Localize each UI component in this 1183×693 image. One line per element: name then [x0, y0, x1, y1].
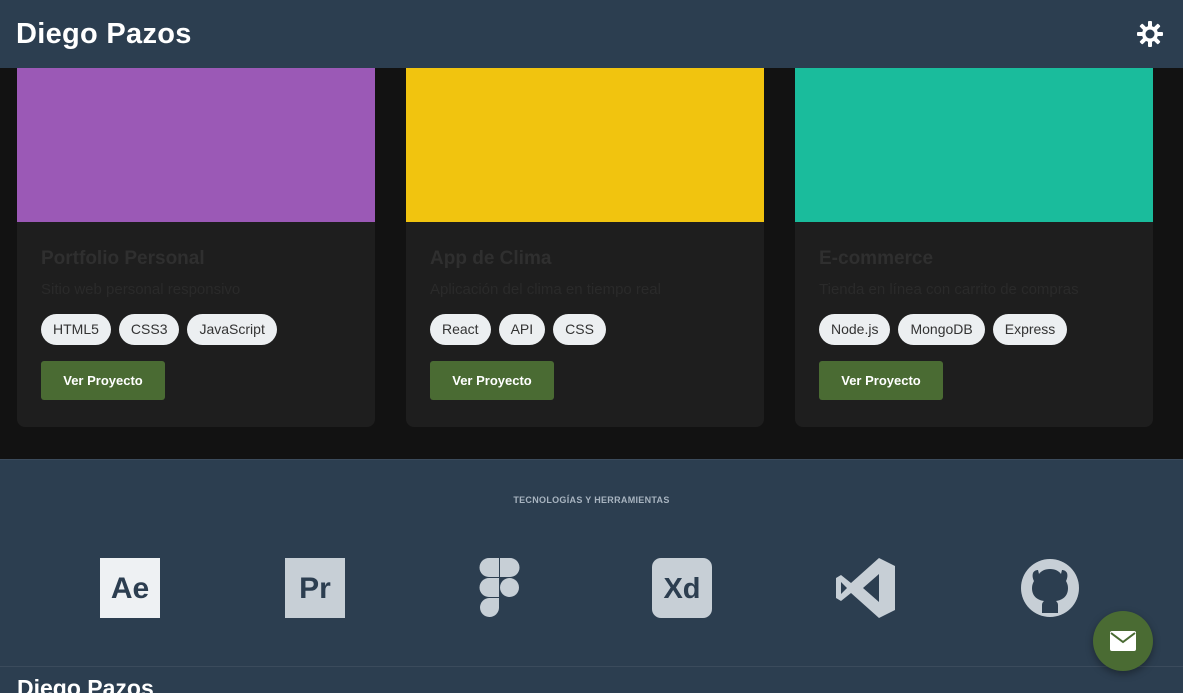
view-project-button[interactable]: Ver Proyecto [819, 361, 943, 400]
tech-tag: CSS3 [118, 314, 180, 345]
project-tags: React API CSS [430, 314, 740, 345]
theme-toggle-button[interactable] [1133, 17, 1167, 51]
project-tags: HTML5 CSS3 JavaScript [41, 314, 351, 345]
tech-tag: API [498, 314, 546, 345]
envelope-icon [1110, 631, 1136, 651]
project-card: App de Clima Aplicación del clima en tie… [406, 68, 764, 427]
projects-section: Portfolio Personal Sitio web personal re… [0, 68, 1183, 459]
tech-tag: HTML5 [41, 314, 111, 345]
project-description: Aplicación del clima en tiempo real [430, 281, 661, 298]
project-image [795, 68, 1153, 222]
project-title: Portfolio Personal [41, 248, 205, 269]
tech-tag: JavaScript [187, 314, 277, 345]
project-description: Sitio web personal responsivo [41, 281, 241, 298]
footer-brand-name: Diego Pazos [17, 675, 154, 693]
tech-tag: MongoDB [898, 314, 985, 345]
project-card: Portfolio Personal Sitio web personal re… [17, 68, 375, 427]
project-title: App de Clima [430, 248, 552, 269]
pr-letters: Pr [299, 572, 331, 605]
tech-tag: Express [992, 314, 1068, 345]
project-card: E-commerce Tienda en línea con carrito d… [795, 68, 1153, 427]
brand-name[interactable]: Diego Pazos [16, 18, 192, 51]
project-description: Tienda en línea con carrito de compras [819, 281, 1079, 298]
project-image [17, 68, 375, 222]
tech-tag: CSS [553, 314, 606, 345]
project-tags: Node.js MongoDB Express [819, 314, 1129, 345]
adobe-xd-icon: Xd [651, 557, 713, 619]
vscode-icon [835, 557, 897, 619]
tech-tag: React [430, 314, 491, 345]
view-project-button[interactable]: Ver Proyecto [430, 361, 554, 400]
project-image [406, 68, 764, 222]
tech-tag: Node.js [819, 314, 891, 345]
footer: Diego Pazos [0, 666, 1183, 693]
github-icon [1019, 557, 1081, 619]
figma-icon [469, 557, 531, 619]
section-heading: TECNOLOGÍAS Y HERRAMIENTAS [513, 495, 670, 505]
project-title: E-commerce [819, 248, 934, 269]
premiere-icon: Pr [284, 557, 346, 619]
xd-letters: Xd [663, 573, 700, 605]
view-project-button[interactable]: Ver Proyecto [41, 361, 165, 400]
ae-letters: Ae [111, 572, 149, 605]
technologies-section: TECNOLOGÍAS Y HERRAMIENTAS Ae Pr Xd [0, 459, 1183, 666]
after-effects-icon: Ae [99, 557, 161, 619]
contact-fab-button[interactable] [1093, 611, 1153, 671]
top-navbar: Diego Pazos [0, 0, 1183, 68]
gear-sun-icon [1137, 21, 1163, 47]
